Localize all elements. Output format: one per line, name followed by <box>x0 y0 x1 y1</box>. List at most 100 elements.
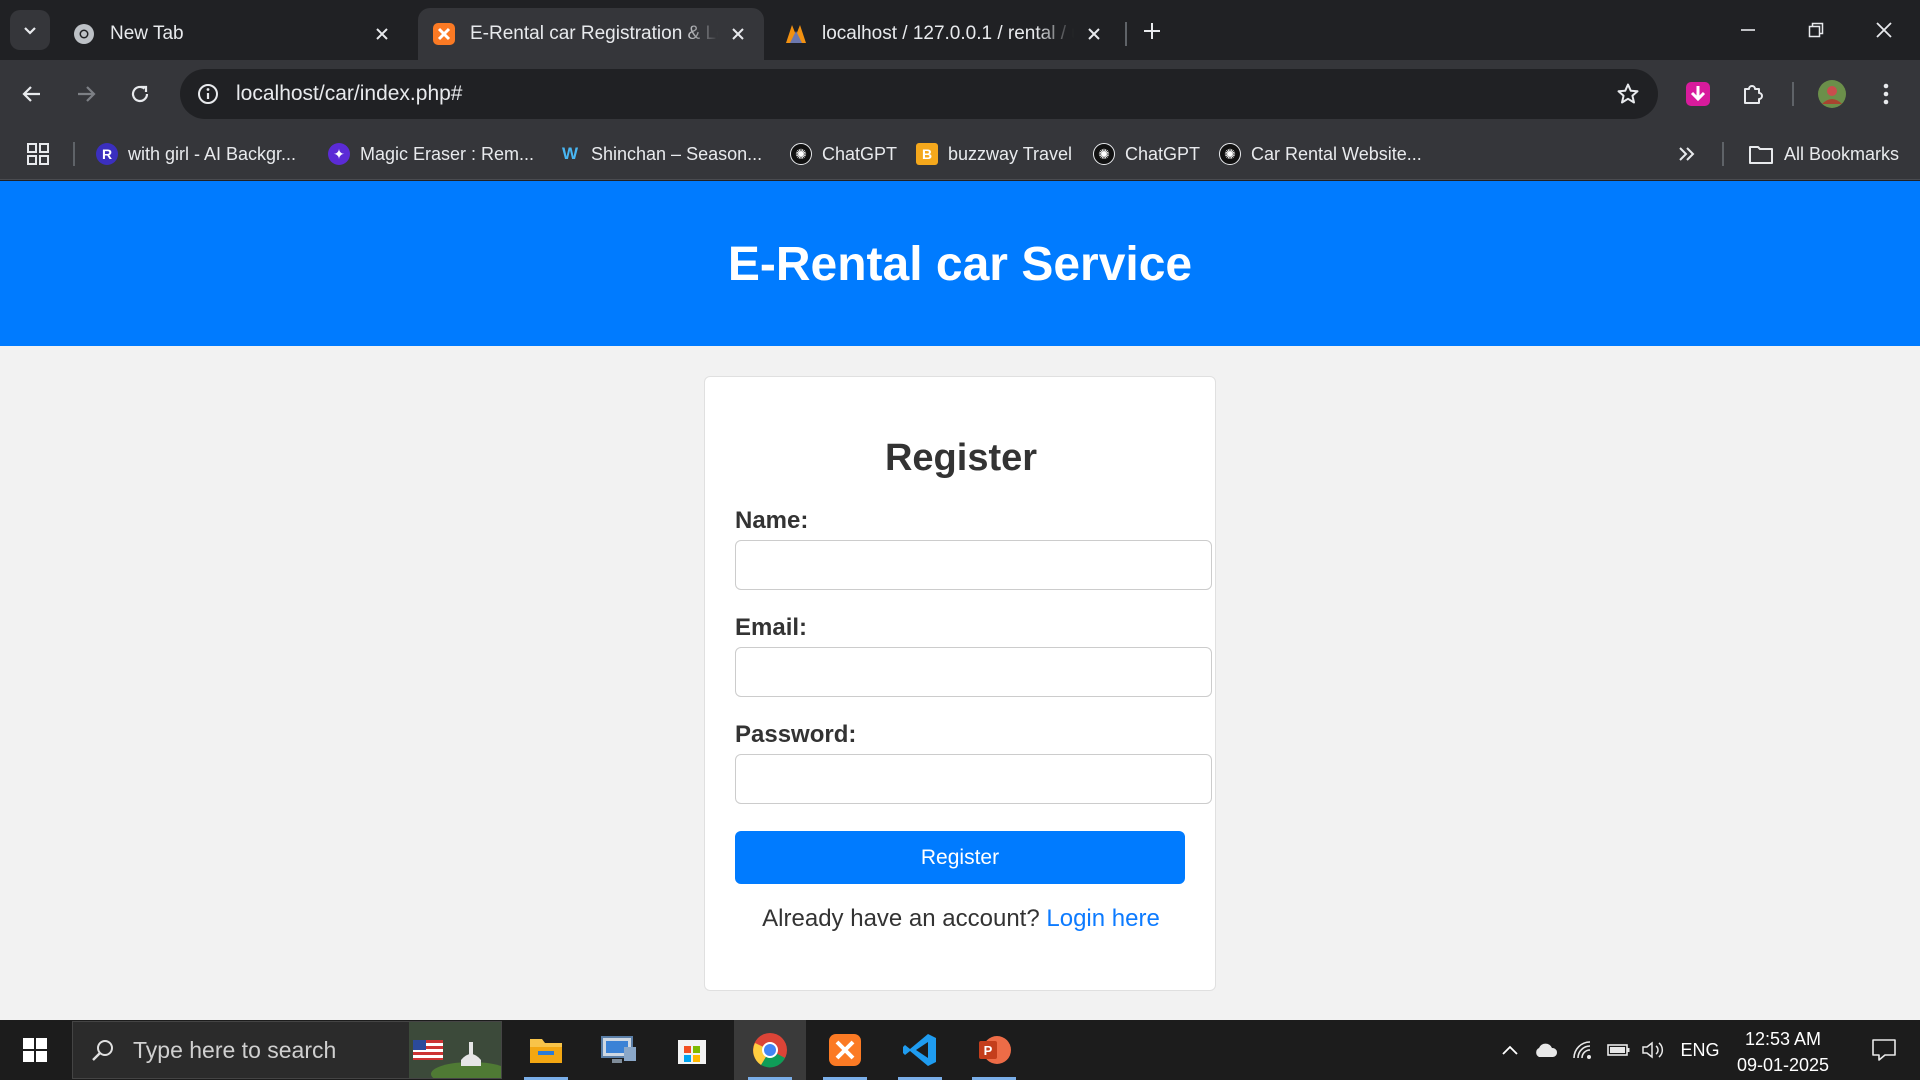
file-explorer-icon <box>530 1039 562 1063</box>
bookmark-item[interactable]: ✦ Magic Eraser : Rem... <box>328 140 534 168</box>
minimize-icon <box>1741 29 1755 31</box>
login-prompt-text: Already have an account? <box>762 905 1040 932</box>
volume-icon[interactable] <box>1638 1020 1668 1080</box>
download-extension-button[interactable] <box>1678 74 1718 114</box>
password-label: Password: <box>735 721 857 748</box>
tab-phpmyadmin[interactable]: localhost / 127.0.0.1 / rental / users <box>770 8 1120 60</box>
microsoft-store-icon <box>678 1040 706 1064</box>
chrome-icon <box>753 1033 787 1068</box>
back-button[interactable] <box>12 74 52 114</box>
name-label: Name: <box>735 507 809 534</box>
taskbar-vscode[interactable] <box>884 1020 956 1080</box>
taskbar-file-explorer[interactable] <box>510 1020 582 1080</box>
tab-search-button[interactable] <box>10 10 50 50</box>
start-button[interactable] <box>0 1020 70 1080</box>
chrome-icon <box>72 22 96 46</box>
bookmark-item[interactable]: ✺ ChatGPT <box>1093 140 1200 168</box>
restore-icon <box>1808 22 1824 38</box>
close-icon <box>1876 22 1892 38</box>
arrow-left-icon <box>22 86 40 102</box>
apps-grid-icon <box>27 143 49 165</box>
more-bookmarks-button[interactable] <box>1677 140 1695 168</box>
apps-button[interactable] <box>26 140 50 168</box>
puzzle-icon <box>1744 85 1763 104</box>
close-icon[interactable] <box>1082 22 1106 46</box>
password-input[interactable] <box>735 754 1212 804</box>
address-bar[interactable]: localhost/car/index.php# <box>180 69 1658 119</box>
tab-title: E-Rental car Registration & Login <box>470 23 718 44</box>
sparkle-icon: ✦ <box>328 143 350 165</box>
name-input[interactable] <box>735 540 1212 590</box>
search-icon <box>73 1038 133 1062</box>
show-hidden-icons-button[interactable] <box>1496 1020 1524 1080</box>
toolbar-separator <box>1792 82 1794 106</box>
download-icon <box>1686 82 1710 106</box>
language-indicator[interactable]: ENG <box>1676 1020 1724 1080</box>
email-input[interactable] <box>735 647 1212 697</box>
forward-button[interactable] <box>66 74 106 114</box>
notifications-button[interactable] <box>1854 1020 1914 1080</box>
close-icon[interactable] <box>726 22 750 46</box>
battery-icon[interactable] <box>1602 1020 1634 1080</box>
bookmark-item[interactable]: ✺ Car Rental Website... <box>1219 140 1422 168</box>
register-button[interactable]: Register <box>735 831 1185 884</box>
new-tab-button[interactable] <box>1135 14 1169 48</box>
b-logo-icon: B <box>916 143 938 165</box>
site-header: E-Rental car Service <box>0 181 1920 346</box>
notification-icon <box>1872 1039 1896 1061</box>
bookmark-item[interactable]: W Shinchan – Season... <box>559 140 762 168</box>
clock[interactable]: 12:53 AM 09-01-2025 <box>1718 1026 1848 1078</box>
wifi-icon[interactable] <box>1568 1020 1598 1080</box>
browser-toolbar: localhost/car/index.php# <box>0 60 1920 128</box>
restore-button[interactable] <box>1782 0 1850 60</box>
xampp-icon <box>829 1034 861 1066</box>
bookmark-item[interactable]: R with girl - AI Backgr... <box>96 140 296 168</box>
reload-button[interactable] <box>120 74 160 114</box>
browser-tab-strip: New Tab E-Rental car Registration & Logi… <box>0 0 1920 60</box>
tab-title: localhost / 127.0.0.1 / rental / users <box>822 23 1074 44</box>
close-icon[interactable] <box>370 22 394 46</box>
more-vert-icon <box>1883 83 1889 105</box>
site-info-icon[interactable] <box>192 78 224 110</box>
all-bookmarks-button[interactable]: All Bookmarks <box>1748 140 1899 168</box>
taskbar-remote-desktop[interactable] <box>583 1020 655 1080</box>
search-placeholder: Type here to search <box>133 1036 337 1063</box>
bookmark-star-icon[interactable] <box>1612 78 1644 110</box>
remote-desktop-icon <box>601 1036 636 1063</box>
tab-e-rental[interactable]: E-Rental car Registration & Login <box>418 8 764 60</box>
form-title: Register <box>884 437 1038 479</box>
bookmark-label: Car Rental Website... <box>1251 143 1422 164</box>
openai-icon: ✺ <box>790 143 812 165</box>
login-link[interactable]: Login here <box>1046 905 1159 932</box>
double-chevron-right-icon <box>1679 147 1695 161</box>
chevron-up-icon <box>1502 1045 1518 1055</box>
taskbar-microsoft-store[interactable] <box>656 1020 728 1080</box>
avatar <box>1818 80 1846 108</box>
extensions-button[interactable] <box>1732 74 1772 114</box>
taskbar-xampp[interactable] <box>809 1020 881 1080</box>
page-viewport: E-Rental car Service Register Name: Emai… <box>0 181 1920 1020</box>
bookmark-separator <box>1722 142 1724 166</box>
bookmark-label: Shinchan – Season... <box>591 143 763 164</box>
bookmark-label: ChatGPT <box>822 143 898 164</box>
tab-new-tab[interactable]: New Tab <box>58 8 408 60</box>
taskbar-chrome[interactable] <box>734 1020 806 1080</box>
menu-button[interactable] <box>1866 74 1906 114</box>
tab-separator <box>1125 22 1127 46</box>
bookmark-item[interactable]: B buzzway Travel <box>916 140 1072 168</box>
plus-icon <box>1144 23 1160 39</box>
minimize-button[interactable] <box>1714 0 1782 60</box>
clock-time: 12:53 AM <box>1744 1029 1822 1049</box>
news-flag-icon <box>409 1022 501 1078</box>
profile-button[interactable] <box>1812 74 1852 114</box>
taskbar-search-box[interactable]: Type here to search <box>72 1021 502 1079</box>
all-bookmarks-label: All Bookmarks <box>1784 143 1900 164</box>
folder-icon <box>1749 146 1773 164</box>
close-window-button[interactable] <box>1850 0 1918 60</box>
site-title: E-Rental car Service <box>727 238 1193 291</box>
vscode-icon <box>903 1034 936 1066</box>
onedrive-icon[interactable] <box>1530 1020 1562 1080</box>
bookmark-item[interactable]: ✺ ChatGPT <box>790 140 897 168</box>
taskbar-powerpoint[interactable]: P <box>958 1020 1030 1080</box>
url-text: localhost/car/index.php# <box>236 82 463 105</box>
